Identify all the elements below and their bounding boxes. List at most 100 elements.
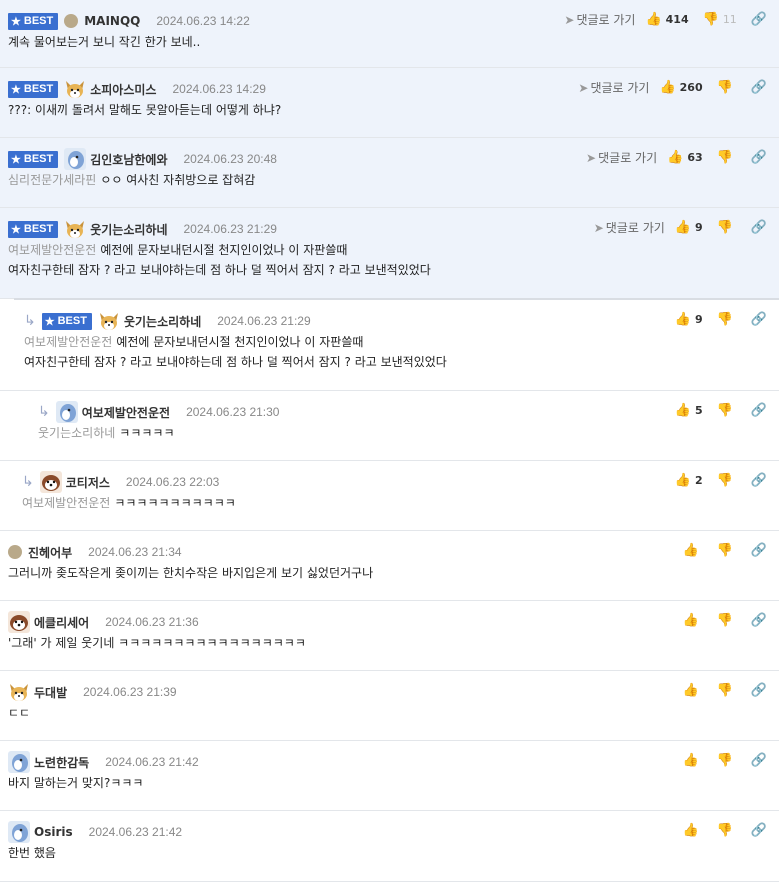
dislike-button[interactable]: 👎 bbox=[717, 80, 737, 95]
like-button[interactable]: 👍 bbox=[682, 753, 702, 768]
goto-comment-link[interactable]: ➤ 댓글로 가기 bbox=[594, 219, 665, 236]
comment-header: 에클리세어 2024.06.23 21:36 bbox=[8, 611, 199, 633]
avatar[interactable] bbox=[64, 14, 79, 28]
link-icon[interactable]: 🔗 bbox=[751, 683, 767, 698]
like-button[interactable]: 👍 63 bbox=[667, 150, 703, 165]
nickname[interactable]: 웃기는소리하네 bbox=[90, 221, 167, 238]
comment-date: 2024.06.23 14:29 bbox=[172, 82, 266, 96]
comment-text: ㅋㅋㅋㅋㅋㅋㅋㅋㅋㅋㅋ bbox=[114, 496, 236, 510]
comment-body: '그래' 가 제일 웃기네 ㅋㅋㅋㅋㅋㅋㅋㅋㅋㅋㅋㅋㅋㅋㅋㅋㅋ bbox=[8, 633, 306, 653]
nickname[interactable]: 두대발 bbox=[34, 684, 67, 701]
comment-header: ↳ 여보제발안전운전 2024.06.23 21:30 bbox=[38, 401, 279, 423]
nickname[interactable]: 진헤어부 bbox=[28, 544, 72, 561]
dislike-button[interactable]: 👎 bbox=[717, 473, 737, 488]
comment-header: ★ BEST MAINQQ 2024.06.23 14:22 bbox=[8, 11, 250, 31]
goto-comment-link[interactable]: ➤ 댓글로 가기 bbox=[586, 149, 657, 166]
nickname[interactable]: MAINQQ bbox=[84, 14, 140, 28]
dislike-button[interactable]: 👎 bbox=[717, 543, 737, 558]
nickname[interactable]: 웃기는소리하네 bbox=[124, 313, 201, 330]
reply-arrow-icon: ↳ bbox=[24, 313, 36, 329]
nickname[interactable]: 여보제발안전운전 bbox=[82, 404, 170, 421]
comment-header: ★ BEST 소피아스미스 2024.06.23 14:29 bbox=[8, 79, 266, 99]
goto-comment-link[interactable]: ➤ 댓글로 가기 bbox=[564, 11, 635, 28]
comment-date: 2024.06.23 20:48 bbox=[183, 152, 277, 166]
nickname[interactable]: 에클리세어 bbox=[34, 614, 89, 631]
like-button[interactable]: 👍 260 bbox=[659, 80, 702, 95]
avatar[interactable] bbox=[55, 401, 78, 423]
like-button[interactable]: 👍 9 bbox=[675, 220, 703, 235]
avatar[interactable] bbox=[64, 78, 86, 100]
nickname[interactable]: Osiris bbox=[34, 825, 73, 839]
thumbs-up-icon: 👍 bbox=[674, 402, 691, 418]
mention-tag[interactable]: 심리전문가세라핀 bbox=[8, 173, 96, 187]
avatar[interactable] bbox=[8, 681, 30, 703]
mention-tag[interactable]: 여보제발안전운전 bbox=[24, 335, 112, 349]
comment-line: '그래' 가 제일 웃기네 ㅋㅋㅋㅋㅋㅋㅋㅋㅋㅋㅋㅋㅋㅋㅋㅋㅋ bbox=[8, 633, 306, 653]
star-icon: ★ bbox=[11, 15, 21, 28]
mention-tag[interactable]: 여보제발안전운전 bbox=[8, 243, 96, 257]
like-button[interactable]: 👍 9 bbox=[675, 312, 703, 327]
link-icon[interactable]: 🔗 bbox=[751, 613, 767, 628]
avatar[interactable] bbox=[8, 751, 30, 773]
link-icon[interactable]: 🔗 bbox=[751, 220, 767, 235]
link-icon[interactable]: 🔗 bbox=[751, 150, 767, 165]
comment-item: 에클리세어 2024.06.23 21:36 '그래' 가 제일 웃기네 ㅋㅋㅋㅋㅋ… bbox=[0, 601, 779, 671]
avatar[interactable] bbox=[8, 545, 22, 559]
comment-actions: ➤ 댓글로 가기 👍 414 👎 11 🔗 bbox=[564, 10, 767, 28]
like-button[interactable]: 👍 414 bbox=[645, 12, 688, 27]
like-button[interactable]: 👍 bbox=[682, 543, 702, 558]
avatar[interactable] bbox=[64, 218, 86, 240]
like-count: 5 bbox=[694, 403, 703, 417]
dislike-button[interactable]: 👎 bbox=[717, 683, 737, 698]
like-button[interactable]: 👍 bbox=[682, 823, 702, 838]
link-icon[interactable]: 🔗 bbox=[751, 753, 767, 768]
comment-body: 그러니까 좆도작은게 좆이끼는 한치수작은 바지입은게 보기 싫었던거구나 bbox=[8, 563, 373, 583]
reply-comment: ↳ ★ BEST 웃기는소리하네 2024.06.23 21:29 여보제발안전운전 예전에… bbox=[0, 300, 779, 391]
mention-tag[interactable]: 여보제발안전운전 bbox=[22, 496, 110, 510]
avatar[interactable] bbox=[8, 821, 30, 843]
link-icon[interactable]: 🔗 bbox=[751, 823, 767, 838]
dislike-button[interactable]: 👎 bbox=[717, 823, 737, 838]
link-icon[interactable]: 🔗 bbox=[751, 80, 767, 95]
nickname[interactable]: 김인호남한에와 bbox=[90, 151, 167, 168]
comment-line: 여보제발안전운전 예전에 문자보내던시절 천지인이었나 이 자판쓸때 bbox=[24, 332, 447, 352]
link-icon[interactable]: 🔗 bbox=[751, 312, 767, 327]
comment-actions: 👍 👎 🔗 bbox=[682, 681, 767, 699]
comment-actions: 👍 👎 🔗 bbox=[682, 611, 767, 629]
nickname[interactable]: 소피아스미스 bbox=[90, 81, 156, 98]
dislike-button[interactable]: 👎 bbox=[717, 150, 737, 165]
like-button[interactable]: 👍 5 bbox=[675, 403, 703, 418]
avatar[interactable] bbox=[64, 148, 87, 170]
comment-actions: ➤ 댓글로 가기 👍 9 👎 🔗 bbox=[594, 218, 767, 236]
like-button[interactable]: 👍 bbox=[682, 613, 702, 628]
avatar[interactable] bbox=[39, 471, 62, 493]
thumbs-up-icon: 👍 bbox=[659, 79, 676, 95]
link-icon[interactable]: 🔗 bbox=[751, 403, 767, 418]
like-button[interactable]: 👍 bbox=[682, 683, 702, 698]
comment-date: 2024.06.23 21:42 bbox=[88, 825, 183, 839]
like-button[interactable]: 👍 2 bbox=[675, 473, 703, 488]
dislike-button[interactable]: 👎 bbox=[717, 220, 737, 235]
comment-line: 여보제발안전운전 예전에 문자보내던시절 천지인이었나 이 자판쓸때 bbox=[8, 240, 431, 260]
avatar[interactable] bbox=[8, 611, 30, 633]
dislike-button[interactable]: 👎 11 bbox=[703, 12, 737, 27]
nickname[interactable]: 코티저스 bbox=[66, 474, 110, 491]
dislike-button[interactable]: 👎 bbox=[717, 613, 737, 628]
thumbs-down-icon: 👎 bbox=[716, 311, 733, 327]
best-badge: ★ BEST bbox=[8, 150, 59, 168]
nickname[interactable]: 노련한감독 bbox=[34, 754, 89, 771]
mention-tag[interactable]: 웃기는소리하네 bbox=[38, 426, 115, 440]
comment-item: ★ BEST 웃기는소리하네 2024.06.23 21:29 여보제발안전운전 예전에 … bbox=[0, 208, 779, 299]
comment-text: 예전에 문자보내던시절 천지인이었나 이 자판쓸때 bbox=[116, 335, 364, 349]
comment-header: Osiris 2024.06.23 21:42 bbox=[8, 821, 183, 843]
avatar[interactable] bbox=[98, 310, 120, 332]
comment-line: 여자친구한테 잠자 ? 라고 보내야하는데 점 하나 덜 찍어서 잠지 ? 라고… bbox=[8, 260, 431, 280]
comment-line: 웃기는소리하네 ㅋㅋㅋㅋㅋ bbox=[38, 423, 174, 443]
dislike-button[interactable]: 👎 bbox=[717, 312, 737, 327]
link-icon[interactable]: 🔗 bbox=[751, 12, 767, 27]
goto-comment-link[interactable]: ➤ 댓글로 가기 bbox=[578, 79, 649, 96]
dislike-button[interactable]: 👎 bbox=[717, 753, 737, 768]
dislike-button[interactable]: 👎 bbox=[717, 403, 737, 418]
link-icon[interactable]: 🔗 bbox=[751, 543, 767, 558]
link-icon[interactable]: 🔗 bbox=[751, 473, 767, 488]
